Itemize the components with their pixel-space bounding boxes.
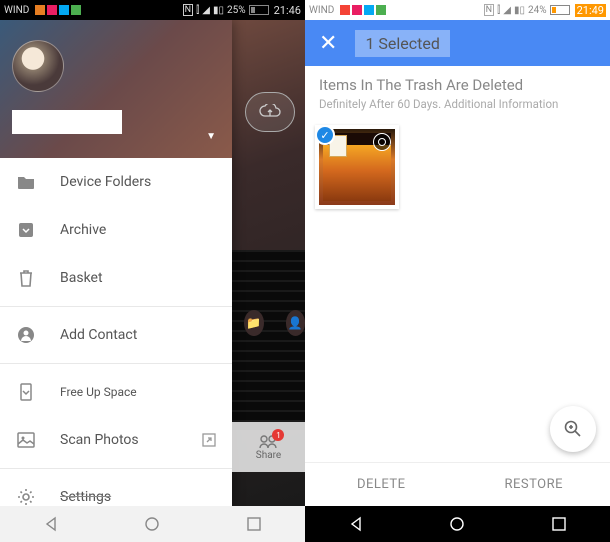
nfc-icon: N [183, 4, 193, 16]
notif-icon [364, 5, 374, 15]
home-button[interactable] [142, 514, 162, 534]
menu-label: Free Up Space [60, 385, 137, 399]
status-bar: WIND N ⫿ ◢ ▮▯ 25% 21:46 [0, 0, 305, 20]
navigation-bar [305, 506, 610, 542]
nfc-icon: N [484, 4, 494, 16]
menu-free-up-space[interactable]: Free Up Space [0, 368, 232, 416]
selected-check-icon[interactable]: ✓ [315, 125, 335, 145]
delete-button[interactable]: DELETE [305, 463, 458, 506]
share-label: Share [256, 450, 281, 461]
notif-icon [47, 5, 57, 15]
divider [0, 306, 232, 307]
main-content: ✕ 1 Selected Items In The Trash Are Dele… [305, 20, 610, 506]
navigation-drawer: ▼ Device Folders Archive Basket [0, 20, 232, 506]
vibrate-icon: ⫿ [497, 5, 500, 16]
play-store-icon [71, 5, 81, 15]
info-title: Items In The Trash Are Deleted [319, 76, 596, 94]
battery-pct: 24% [528, 5, 547, 16]
recents-button[interactable] [244, 514, 264, 534]
menu-label: Basket [60, 270, 103, 286]
carrier-label: WIND [4, 5, 29, 16]
notif-icon [35, 5, 45, 15]
back-button[interactable] [346, 514, 366, 534]
vibrate-icon: ⫿ [196, 5, 199, 16]
menu-label: Add Contact [60, 327, 137, 343]
drawer-menu: Device Folders Archive Basket Add Contac… [0, 158, 232, 506]
photo-thumbnail[interactable]: ✓ [315, 125, 399, 209]
motion-photo-icon [373, 133, 391, 151]
carrier-label: WIND [309, 5, 334, 16]
recents-button[interactable] [549, 514, 569, 534]
navigation-bar [0, 506, 305, 542]
signal-icon: ▮▯ [514, 5, 525, 16]
notif-icon [352, 5, 362, 15]
phone-right-screen: WIND N ⫿ ◢ ▮▯ 24% 21:49 ✕ 1 Selected Ite… [305, 0, 610, 542]
notif-icon [340, 5, 350, 15]
folder-icons-row: 📁 👤 [232, 310, 305, 336]
zoom-fab[interactable] [550, 406, 596, 452]
bottom-bar: 1 Share [232, 422, 305, 472]
clock: 21:49 [575, 4, 606, 17]
main-content: 📁 👤 ▼ Device Folders Archive [0, 20, 305, 506]
trash-icon [16, 268, 36, 288]
menu-basket[interactable]: Basket [0, 254, 232, 302]
signal-icon: ▮▯ [213, 5, 224, 16]
archive-icon [16, 220, 36, 240]
wifi-icon: ◢ [202, 5, 210, 16]
share-button[interactable]: 1 Share [256, 433, 281, 461]
cloud-upload-button[interactable] [245, 92, 295, 132]
free-space-icon [16, 382, 36, 402]
background-photo [230, 250, 305, 430]
menu-archive[interactable]: Archive [0, 206, 232, 254]
status-bar: WIND N ⫿ ◢ ▮▯ 24% 21:49 [305, 0, 610, 20]
trash-info: Items In The Trash Are Deleted Definitel… [305, 66, 610, 125]
play-store-icon [376, 5, 386, 15]
selection-toolbar: ✕ 1 Selected [305, 20, 610, 66]
drawer-header[interactable]: ▼ [0, 20, 232, 158]
folder-icon[interactable]: 📁 [244, 310, 264, 336]
gear-icon [16, 487, 36, 506]
battery-icon [550, 5, 570, 15]
folder-icon[interactable]: 👤 [286, 310, 306, 336]
avatar[interactable] [12, 40, 64, 92]
account-name [12, 110, 122, 134]
menu-label: Archive [60, 222, 106, 238]
menu-label: Device Folders [60, 174, 151, 190]
home-button[interactable] [447, 514, 467, 534]
external-link-icon [202, 433, 216, 447]
wifi-icon: ◢ [503, 5, 511, 16]
menu-label: Settings [60, 489, 111, 505]
menu-add-contact[interactable]: Add Contact [0, 311, 232, 359]
folder-icon [16, 172, 36, 192]
restore-button[interactable]: RESTORE [458, 463, 610, 506]
menu-scan-photos[interactable]: Scan Photos [0, 416, 232, 464]
menu-label: Scan Photos [60, 432, 139, 448]
info-subtitle: Definitely After 60 Days. Additional Inf… [319, 97, 596, 111]
close-icon[interactable]: ✕ [319, 31, 337, 56]
notification-badge: 1 [272, 429, 284, 441]
divider [0, 468, 232, 469]
scan-icon [16, 430, 36, 450]
phone-left-screen: WIND N ⫿ ◢ ▮▯ 25% 21:46 📁 👤 [0, 0, 305, 542]
selection-count: 1 Selected [355, 30, 449, 57]
battery-icon [249, 5, 269, 15]
menu-device-folders[interactable]: Device Folders [0, 158, 232, 206]
divider [0, 363, 232, 364]
notif-icon [59, 5, 69, 15]
clock: 21:46 [274, 4, 301, 17]
back-button[interactable] [41, 514, 61, 534]
battery-pct: 25% [227, 5, 246, 16]
chevron-down-icon[interactable]: ▼ [206, 131, 216, 142]
menu-settings[interactable]: Settings [0, 473, 232, 506]
action-bar: DELETE RESTORE [305, 462, 610, 506]
add-contact-icon [16, 325, 36, 345]
